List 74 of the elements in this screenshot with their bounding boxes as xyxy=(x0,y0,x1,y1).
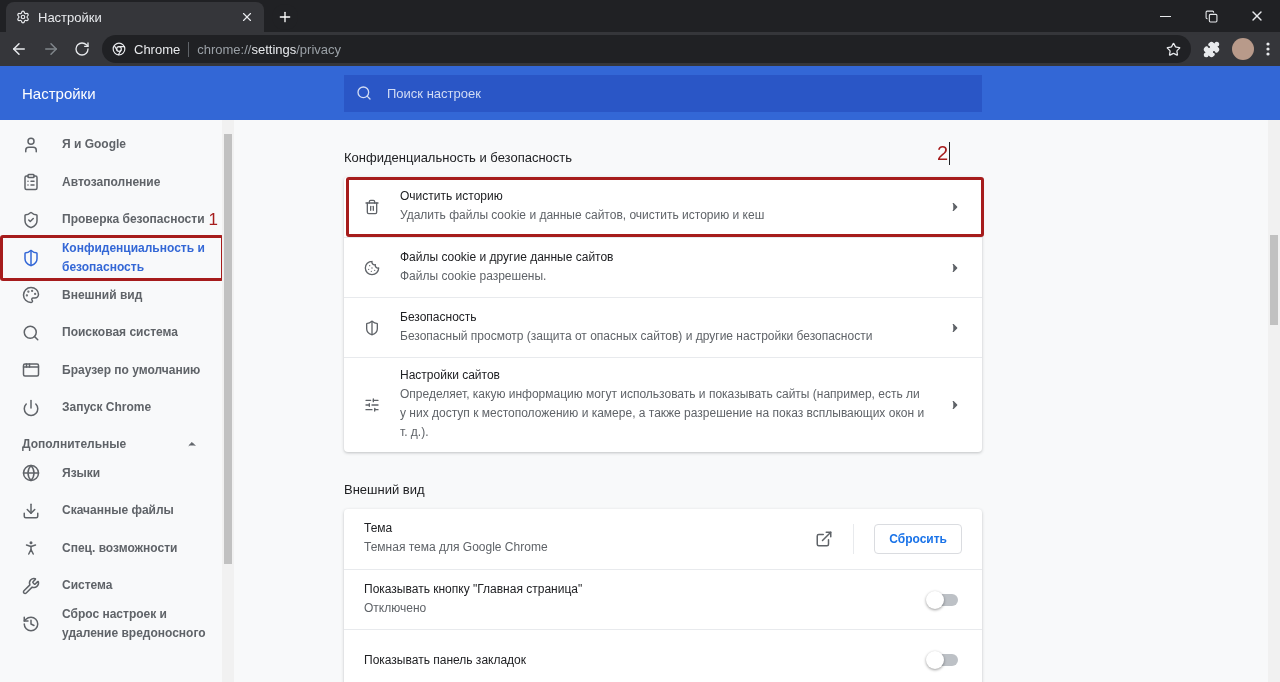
star-icon[interactable] xyxy=(1166,41,1181,57)
setting-title: Показывать панель закладок xyxy=(364,652,528,667)
shield-check-icon xyxy=(22,210,40,229)
history-icon xyxy=(22,614,40,633)
sliders-icon xyxy=(364,397,380,413)
sidebar-item[interactable]: Я и Google xyxy=(62,135,126,155)
shield-icon xyxy=(22,248,40,267)
reload-button[interactable] xyxy=(72,39,92,59)
trash-icon xyxy=(364,199,380,215)
section-heading: Конфиденциальность и безопасность xyxy=(344,150,573,165)
cookie-icon xyxy=(364,259,380,276)
search-field[interactable]: Поиск настроек xyxy=(344,74,982,112)
setting-title: Файлы cookie и другие данные сайтов xyxy=(400,249,615,264)
external-link-icon[interactable] xyxy=(815,530,834,548)
search-icon xyxy=(356,84,372,101)
browser-window-icon xyxy=(22,361,40,380)
sidebar-item[interactable]: Система xyxy=(62,576,113,596)
address-bar[interactable]: Chrome chrome://settings/privacy xyxy=(102,35,1191,63)
person-icon xyxy=(22,135,40,154)
annotation-number: 2 xyxy=(936,142,950,165)
toggle-switch[interactable] xyxy=(928,653,958,666)
sidebar-item[interactable]: Языки xyxy=(62,463,101,483)
palette-icon xyxy=(22,286,40,305)
reset-button[interactable]: Сбросить xyxy=(874,524,962,554)
wrench-icon xyxy=(22,576,40,595)
download-icon xyxy=(22,501,40,520)
setting-description: Отключено xyxy=(364,599,428,617)
scrollbar[interactable] xyxy=(222,120,234,682)
annotation-number: 1 xyxy=(208,209,218,230)
scrollbar[interactable] xyxy=(1268,120,1280,682)
puzzle-icon xyxy=(1203,40,1220,58)
setting-title: Настройки сайтов xyxy=(400,368,501,382)
browser-logo-icon xyxy=(112,42,126,56)
sidebar-item[interactable]: Запуск Chrome xyxy=(62,398,152,418)
setting-title: Тема xyxy=(364,521,394,535)
setting-description: Файлы cookie разрешены. xyxy=(400,267,548,285)
minimize-icon xyxy=(1159,15,1171,17)
arrow-right-icon xyxy=(42,40,60,58)
sidebar-item[interactable]: Сброс настроек и удаление вредоносного xyxy=(62,604,210,643)
page-title: Настройки xyxy=(21,84,97,102)
settings-icon xyxy=(16,10,30,24)
clipboard-icon xyxy=(22,173,40,192)
sidebar-item[interactable]: Конфиденциальность и безопасность xyxy=(62,238,210,277)
restore-icon xyxy=(1204,9,1218,23)
plus-icon xyxy=(277,9,293,25)
sidebar-item[interactable]: Проверка безопасности xyxy=(62,210,205,230)
setting-description: Темная тема для Google Chrome xyxy=(364,539,549,556)
setting-title: Показывать кнопку "Главная страница" xyxy=(364,581,584,596)
sidebar-item[interactable]: Браузер по умолчанию xyxy=(62,360,201,380)
avatar[interactable] xyxy=(1232,38,1254,60)
site-label: Chrome xyxy=(134,41,190,57)
toggle-switch[interactable] xyxy=(928,593,958,606)
menu-icon xyxy=(1266,42,1270,56)
setting-description: Удалить файлы cookie и данные сайтов, очистить историю и кеш xyxy=(400,207,766,224)
sidebar-item[interactable]: Внешний вид xyxy=(62,285,143,305)
sidebar-item[interactable]: Автозаполнение xyxy=(62,172,161,192)
reload-icon xyxy=(74,41,90,57)
setting-description: Безопасный просмотр (защита от опасных сайтов) и другие настройки безопасности xyxy=(400,327,874,345)
menu-button[interactable] xyxy=(1264,40,1272,58)
section-heading: Внешний вид xyxy=(344,482,425,497)
sidebar-item[interactable]: Поисковая система xyxy=(62,323,178,343)
sidebar-item[interactable]: Спец. возможности xyxy=(62,538,178,558)
advanced-section-toggle[interactable]: Дополнительные xyxy=(0,426,222,455)
globe-icon xyxy=(22,464,40,483)
setting-description: Определяет, какую информацию могут использовать и показывать сайты (например, есть ли у них доступ к местоположению и камере, а также разрешение на показ всплывающих окон и т. д.). xyxy=(400,386,926,441)
sidebar-item[interactable]: Скачанные файлы xyxy=(62,501,174,521)
search-icon xyxy=(22,323,40,342)
browser-tab[interactable]: Настройки xyxy=(6,2,264,32)
shield-icon xyxy=(364,319,380,336)
close-icon[interactable] xyxy=(240,10,254,24)
power-icon xyxy=(22,398,40,417)
setting-title: Очистить историю xyxy=(400,189,504,203)
setting-title: Безопасность xyxy=(400,309,478,324)
url-text: chrome://settings/privacy xyxy=(197,41,343,57)
